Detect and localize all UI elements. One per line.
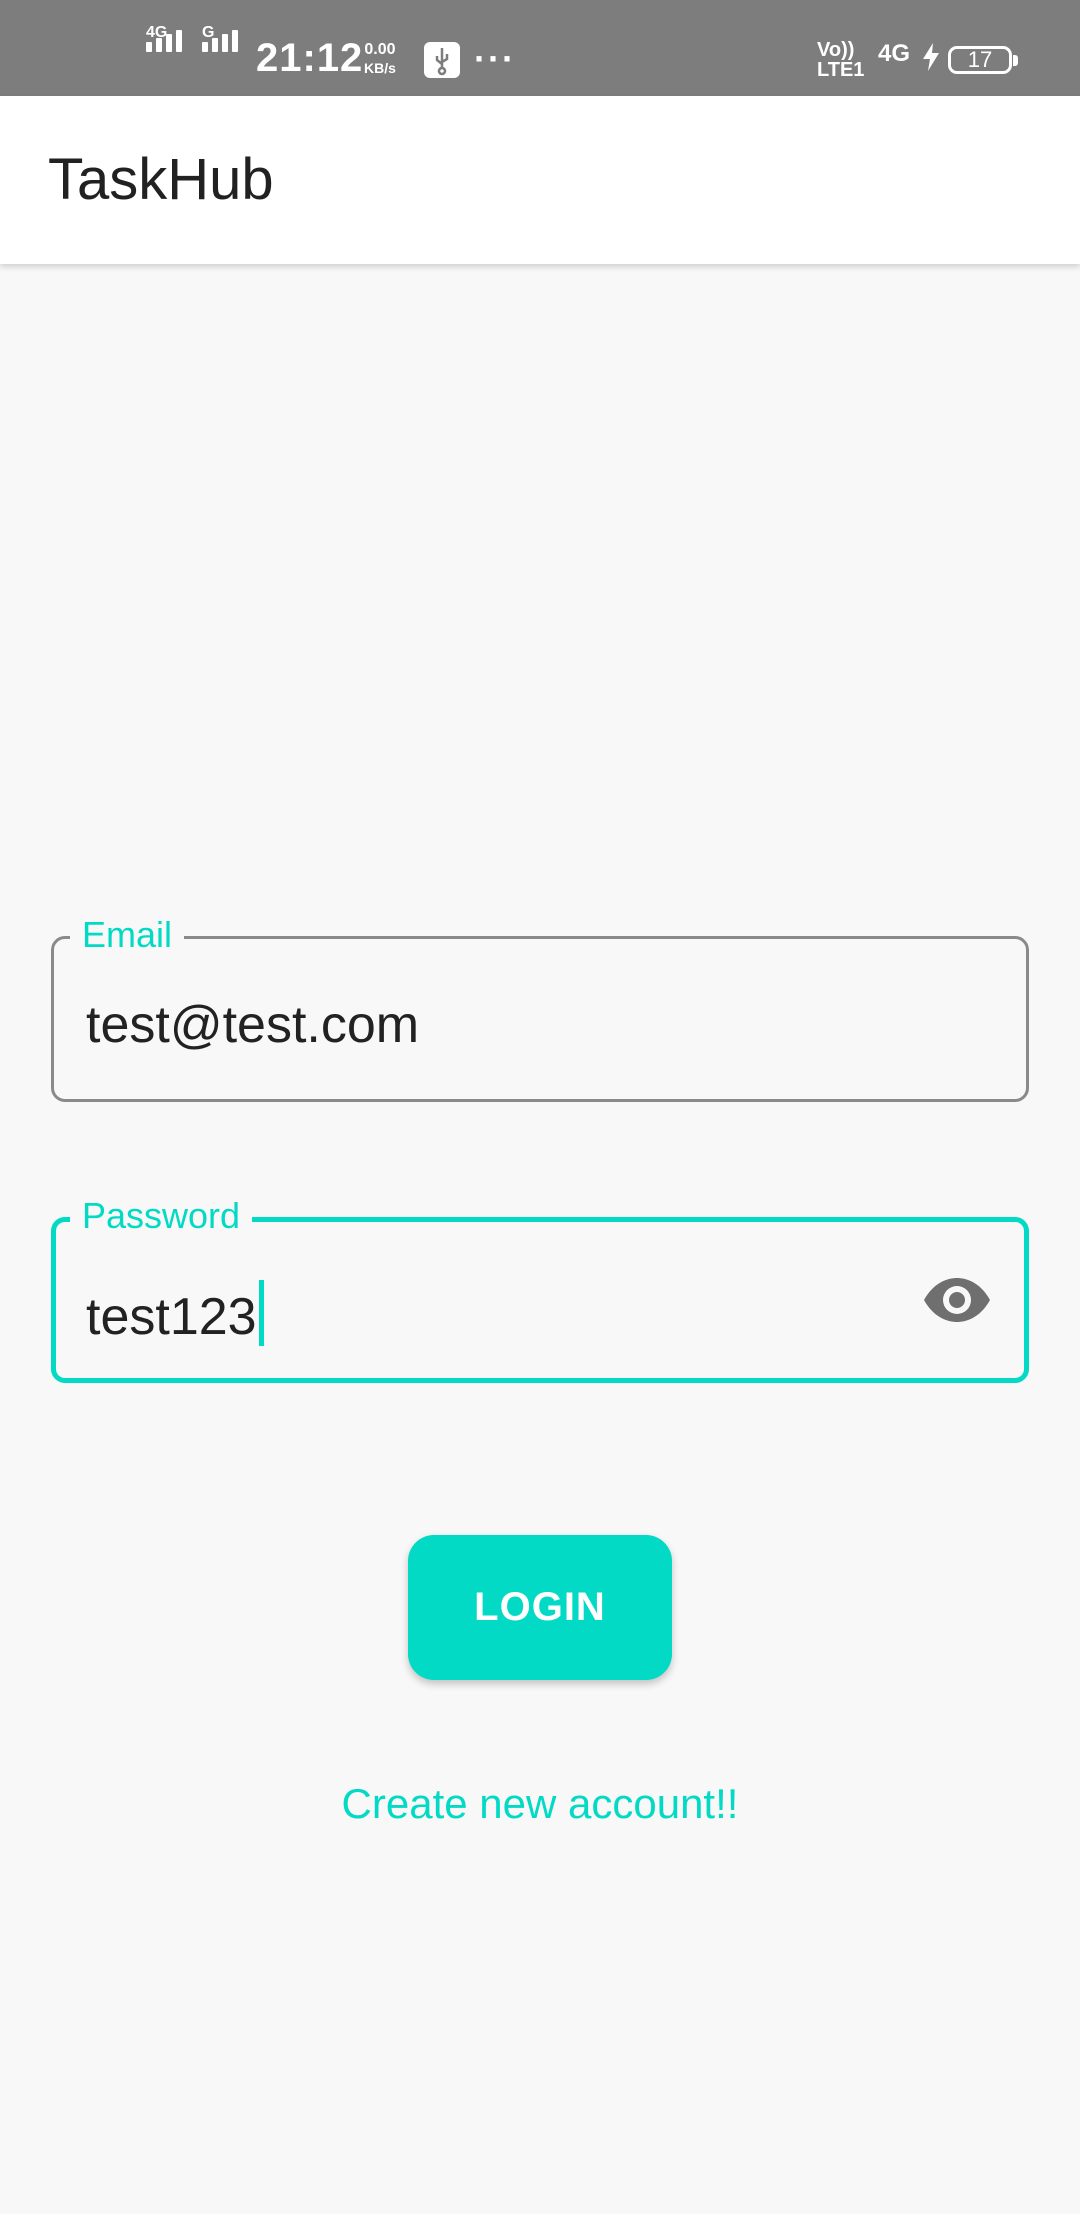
sim2-type: G: [202, 24, 215, 41]
login-screen: 4G G 21:12 0.00 KB/s ··· Vo)) LTE1 4G 17…: [0, 0, 1080, 2214]
email-input[interactable]: test@test.com: [86, 995, 419, 1055]
charging-icon: [920, 42, 942, 72]
status-bar: 4G G 21:12 0.00 KB/s ··· Vo)) LTE1 4G 17: [0, 0, 1080, 96]
usb-icon: [424, 42, 460, 78]
password-label: Password: [70, 1194, 253, 1238]
app-bar: TaskHub: [0, 96, 1080, 264]
status-time: 21:12: [256, 36, 364, 80]
more-dots-icon: ···: [474, 38, 516, 79]
email-field[interactable]: Email test@test.com: [51, 913, 1029, 1102]
email-label: Email: [70, 913, 185, 957]
password-input[interactable]: test123: [86, 1288, 257, 1346]
eye-icon[interactable]: [922, 1276, 992, 1324]
sim1-signal-icon: 4G: [146, 24, 182, 52]
sim2-signal-icon: G: [202, 24, 238, 52]
volte-line1: Vo)): [817, 39, 855, 61]
create-account-link[interactable]: Create new account!!: [0, 1780, 1080, 1828]
network-speed: 0.00 KB/s: [364, 40, 396, 78]
text-cursor: [258, 1280, 264, 1346]
password-input-wrap[interactable]: test123: [86, 1280, 264, 1347]
speed-unit: KB/s: [364, 60, 396, 76]
password-field[interactable]: Password test123: [51, 1194, 1029, 1383]
login-button[interactable]: LOGIN: [408, 1535, 672, 1680]
app-title: TaskHub: [48, 147, 274, 212]
battery-level: 17: [967, 47, 993, 72]
volte-line2: LTE1: [817, 59, 865, 81]
speed-value: 0.00: [364, 41, 396, 58]
network-type: 4G: [878, 40, 911, 67]
battery-icon: 17: [948, 46, 1018, 74]
sim1-type: 4G: [146, 24, 168, 41]
volte-indicator: Vo)) LTE1: [817, 40, 864, 80]
